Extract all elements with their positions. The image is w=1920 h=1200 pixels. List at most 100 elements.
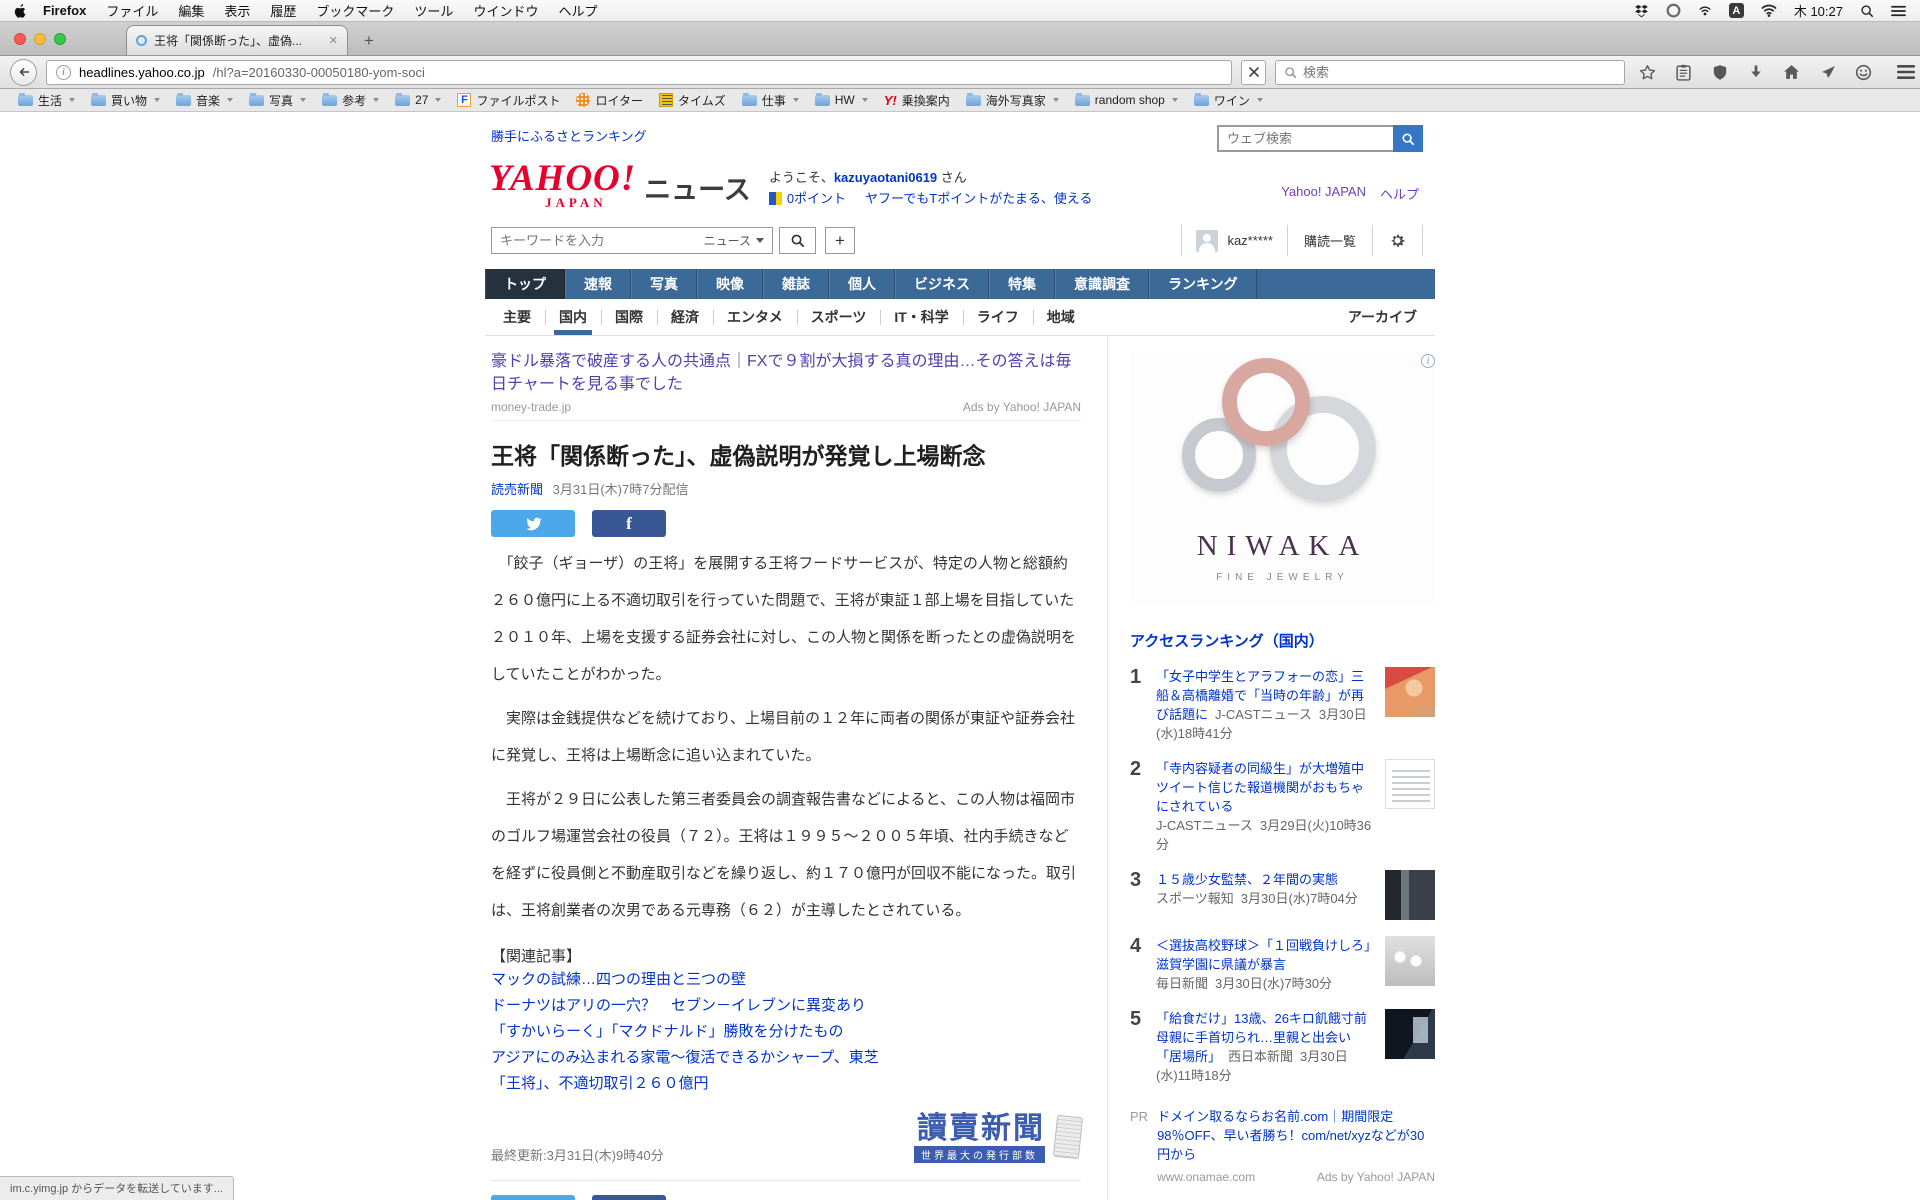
nav-tab-flash[interactable]: 速報 bbox=[565, 269, 631, 299]
subnav-domestic[interactable]: 国内 bbox=[545, 299, 601, 335]
search-scope-dropdown[interactable]: ニュース bbox=[704, 232, 764, 249]
bookmark-transit[interactable]: Y!乗換案内 bbox=[876, 92, 958, 109]
menu-item-view[interactable]: 表示 bbox=[214, 1, 260, 20]
nav-tab-business[interactable]: ビジネス bbox=[895, 269, 989, 299]
ranking-thumbnail[interactable] bbox=[1385, 870, 1435, 920]
browser-search-bar[interactable] bbox=[1275, 60, 1625, 85]
bookmark-folder-wine[interactable]: ワイン bbox=[1186, 92, 1271, 109]
bookmark-reuters[interactable]: ロイター bbox=[568, 92, 651, 109]
search-input[interactable] bbox=[1303, 65, 1616, 80]
bookmark-folder-photo[interactable]: 写真 bbox=[241, 92, 314, 109]
menu-bar-clock[interactable]: 木 10:27 bbox=[1794, 1, 1843, 20]
nav-tab-personal[interactable]: 個人 bbox=[829, 269, 895, 299]
bookmark-star-icon[interactable] bbox=[1634, 59, 1661, 86]
input-source-icon[interactable]: A bbox=[1729, 3, 1744, 18]
nav-tab-top[interactable]: トップ bbox=[485, 269, 565, 299]
bookmark-folder-work[interactable]: 仕事 bbox=[734, 92, 807, 109]
ranking-link[interactable]: ＜選抜高校野球＞「１回戦負けしろ」滋賀学園に県議が暴言 bbox=[1156, 938, 1371, 972]
zoom-window-button[interactable] bbox=[54, 33, 66, 45]
ranking-item[interactable]: 1 「女子中学生とアラフォーの恋」三船＆高橋離婚で「当時の年齢」が再び話題にJ-… bbox=[1130, 667, 1435, 743]
bookmark-folder-overseas-photo[interactable]: 海外写真家 bbox=[958, 92, 1067, 109]
subnav-life[interactable]: ライフ bbox=[963, 299, 1033, 335]
web-search-input[interactable] bbox=[1217, 125, 1393, 152]
menu-item-window[interactable]: ウインドウ bbox=[463, 1, 548, 20]
top-ad-link[interactable]: 豪ドル暴落で破産する人の共通点｜FXで９割が大損する真の理由…その答えは毎日チャ… bbox=[491, 350, 1081, 396]
nav-tab-photo[interactable]: 写真 bbox=[631, 269, 697, 299]
menu-item-help[interactable]: ヘルプ bbox=[548, 1, 607, 20]
dropbox-icon[interactable] bbox=[1634, 4, 1649, 18]
minimize-window-button[interactable] bbox=[34, 33, 46, 45]
menu-item-history[interactable]: 履歴 bbox=[260, 1, 306, 20]
bookmark-filepost[interactable]: Fファイルポスト bbox=[449, 92, 568, 109]
tpoint-balance-link[interactable]: 0ポイント bbox=[787, 188, 846, 209]
smiley-extension-icon[interactable] bbox=[1850, 59, 1877, 86]
yomiuri-logo[interactable]: 讀賣新聞 世界最大の発行部数 bbox=[914, 1114, 1081, 1164]
wifi-icon[interactable] bbox=[1761, 4, 1777, 17]
reading-list-icon[interactable] bbox=[1670, 59, 1697, 86]
ranking-thumbnail[interactable] bbox=[1385, 759, 1435, 809]
bookmark-folder-life[interactable]: 生活 bbox=[10, 92, 83, 109]
ranking-thumbnail[interactable] bbox=[1385, 936, 1435, 986]
add-keyword-button[interactable]: + bbox=[825, 227, 855, 254]
furusato-ranking-link[interactable]: 勝手にふるさとランキング bbox=[491, 126, 647, 145]
subscription-list-link[interactable]: 購読一覧 bbox=[1288, 231, 1372, 250]
bookmark-folder-random-shop[interactable]: random shop bbox=[1067, 93, 1186, 107]
archive-link[interactable]: アーカイブ bbox=[1348, 307, 1431, 327]
twitter-share-button[interactable] bbox=[491, 510, 575, 537]
related-link[interactable]: 「王将」、不適切取引２６０億円 bbox=[491, 1072, 1081, 1096]
browser-tab[interactable]: 王将「関係断った」、虚偽... ✕ bbox=[126, 25, 348, 55]
bookmark-folder-reference[interactable]: 参考 bbox=[314, 92, 387, 109]
url-bar[interactable]: i headlines.yahoo.co.jp/hl?a=20160330-00… bbox=[46, 60, 1232, 85]
nav-tab-ranking[interactable]: ランキング bbox=[1149, 269, 1257, 299]
facebook-share-button[interactable]: f bbox=[592, 510, 666, 537]
subnav-sports[interactable]: スポーツ bbox=[797, 299, 881, 335]
nav-tab-poll[interactable]: 意識調査 bbox=[1055, 269, 1149, 299]
nav-tab-magazine[interactable]: 雑誌 bbox=[763, 269, 829, 299]
twitter-share-button[interactable] bbox=[491, 1195, 575, 1200]
help-link[interactable]: ヘルプ bbox=[1380, 184, 1419, 203]
subnav-it-science[interactable]: IT・科学 bbox=[880, 299, 962, 335]
menu-item-edit[interactable]: 編集 bbox=[168, 1, 214, 20]
username-link[interactable]: kazuyaotani0619 bbox=[834, 170, 937, 185]
keyword-input[interactable] bbox=[500, 233, 698, 248]
menu-item-tools[interactable]: ツール bbox=[404, 1, 463, 20]
ranking-thumbnail[interactable] bbox=[1385, 1009, 1435, 1059]
access-ranking-heading[interactable]: アクセスランキング（国内） bbox=[1130, 630, 1435, 651]
yahoo-japan-link[interactable]: Yahoo! JAPAN bbox=[1281, 184, 1366, 203]
tab-close-icon[interactable]: ✕ bbox=[329, 34, 338, 47]
related-link[interactable]: アジアにのみ込まれる家電～復活できるかシャープ、東芝 bbox=[491, 1046, 1081, 1070]
creative-cloud-icon[interactable] bbox=[1666, 3, 1681, 18]
yahoo-news-logo[interactable]: YAHOO! JAPAN bbox=[489, 162, 636, 211]
subnav-region[interactable]: 地域 bbox=[1033, 299, 1089, 335]
shield-extension-icon[interactable] bbox=[1706, 59, 1733, 86]
news-search-button[interactable] bbox=[779, 227, 816, 254]
ranking-item[interactable]: 3 １５歳少女監禁、２年間の実態スポーツ報知3月30日(水)7時04分 bbox=[1130, 870, 1435, 920]
news-search-field[interactable]: ニュース bbox=[491, 227, 773, 254]
stop-loading-button[interactable] bbox=[1241, 60, 1266, 85]
share-send-icon[interactable] bbox=[1814, 59, 1841, 86]
ranking-link[interactable]: 「寺内容疑者の同級生」が大増殖中 ツイート信じた報道機関がおもちゃにされている bbox=[1156, 761, 1377, 814]
bookmark-folder-hw[interactable]: HW bbox=[807, 93, 876, 107]
notification-center-icon[interactable] bbox=[1891, 5, 1906, 17]
home-icon[interactable] bbox=[1778, 59, 1805, 86]
article-source-link[interactable]: 読売新聞 bbox=[491, 482, 543, 497]
bookmark-times[interactable]: タイムズ bbox=[651, 92, 734, 109]
facebook-share-button[interactable]: f bbox=[592, 1195, 666, 1200]
subnav-international[interactable]: 国際 bbox=[601, 299, 657, 335]
site-info-icon[interactable]: i bbox=[56, 65, 71, 80]
related-link[interactable]: ドーナツはアリの一穴？ セブン－イレブンに異変あり bbox=[491, 994, 1081, 1018]
ranking-thumbnail[interactable] bbox=[1385, 667, 1435, 717]
menu-item-firefox[interactable]: Firefox bbox=[33, 3, 96, 18]
web-search-button[interactable] bbox=[1393, 125, 1423, 152]
menu-item-bookmarks[interactable]: ブックマーク bbox=[306, 1, 404, 20]
related-link[interactable]: 「すかいらーく」「マクドナルド」勝敗を分けたもの bbox=[491, 1020, 1081, 1044]
subnav-entertainment[interactable]: エンタメ bbox=[713, 299, 797, 335]
subnav-major[interactable]: 主要 bbox=[489, 299, 545, 335]
tpoint-promo-link[interactable]: ヤフーでもTポイントがたまる、使える bbox=[865, 188, 1092, 209]
ranking-item[interactable]: 4 ＜選抜高校野球＞「１回戦負けしろ」滋賀学園に県議が暴言毎日新聞3月30日(水… bbox=[1130, 936, 1435, 993]
new-tab-button[interactable]: + bbox=[356, 31, 382, 51]
apple-icon[interactable] bbox=[14, 3, 27, 18]
settings-gear-icon[interactable] bbox=[1373, 232, 1422, 249]
pr-ad-link[interactable]: ドメイン取るならお名前.com｜期間限定98％OFF、早い者勝ち！com/net… bbox=[1157, 1109, 1424, 1162]
bookmark-folder-27[interactable]: 27 bbox=[387, 93, 449, 107]
